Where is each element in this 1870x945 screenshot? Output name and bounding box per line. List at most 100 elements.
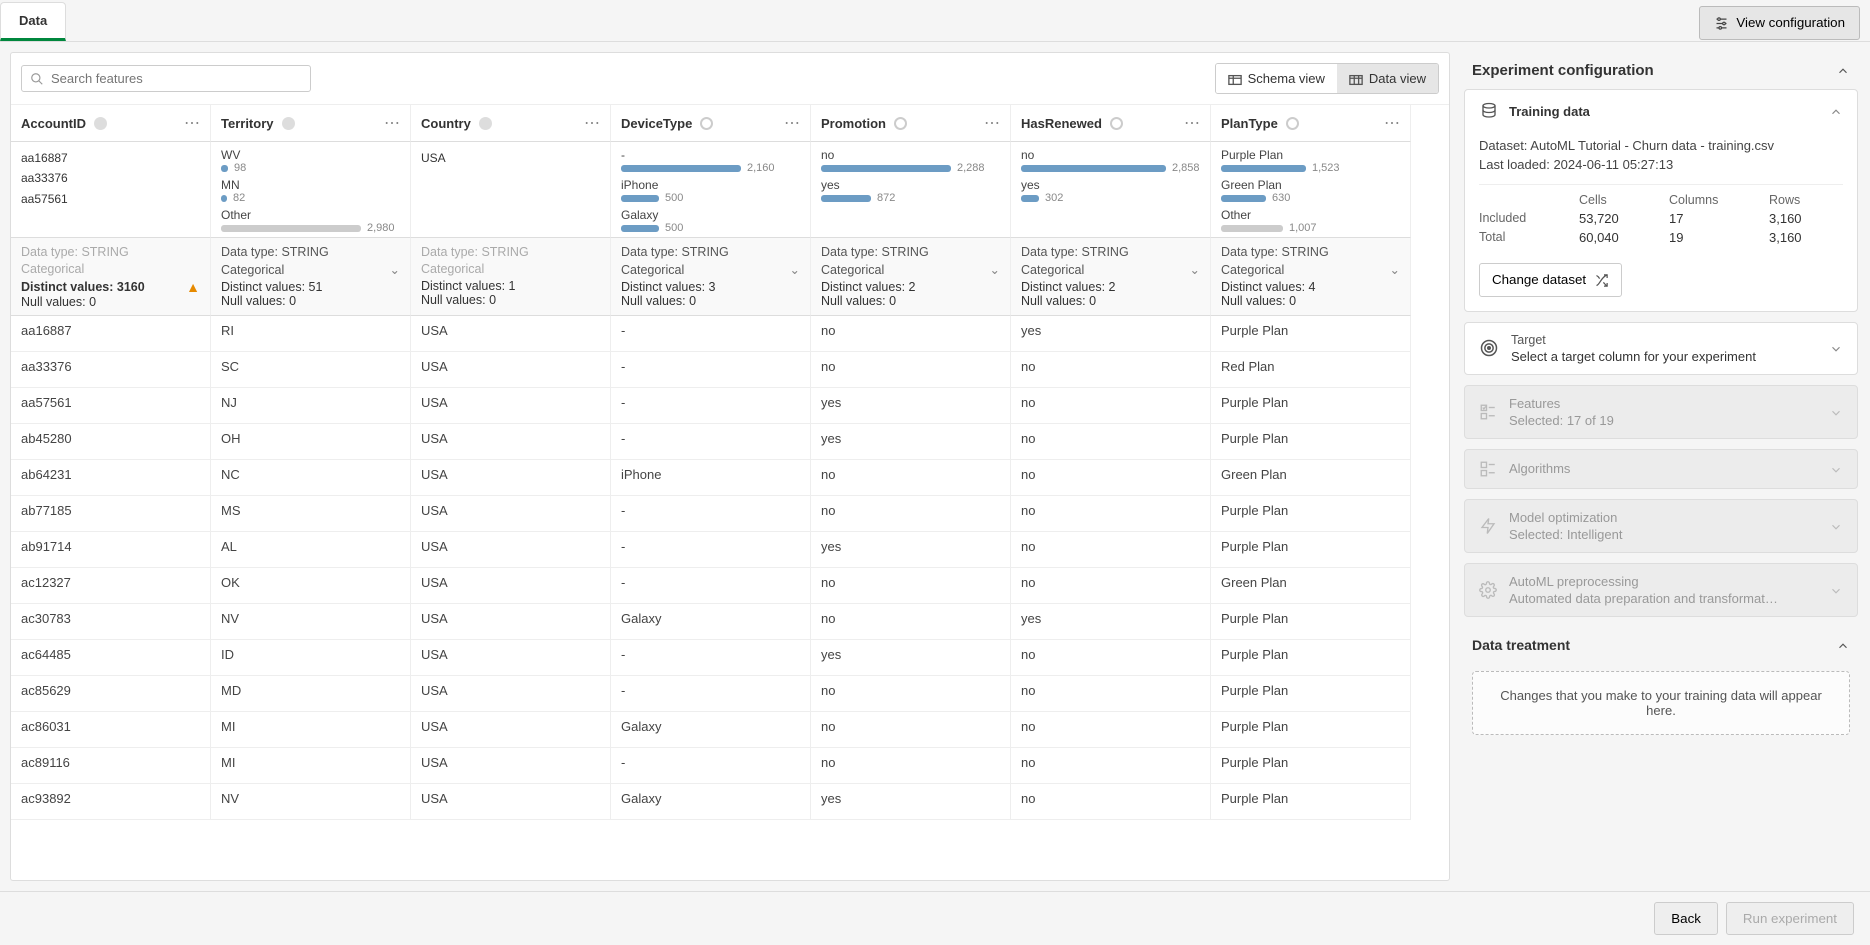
- data-cell: Purple Plan: [1211, 388, 1411, 424]
- model-optimization-panel[interactable]: Model optimization Selected: Intelligent: [1465, 500, 1857, 552]
- data-view-button[interactable]: Data view: [1337, 64, 1438, 93]
- null-values: Null values: 0: [821, 294, 1000, 308]
- data-cell: MI: [211, 712, 411, 748]
- data-cell: yes: [811, 640, 1011, 676]
- view-configuration-label: View configuration: [1736, 15, 1845, 30]
- data-cell: no: [811, 604, 1011, 640]
- chevron-down-icon[interactable]: ⌄: [390, 262, 400, 277]
- chevron-down-icon[interactable]: ⌄: [1390, 262, 1400, 277]
- change-dataset-label: Change dataset: [1492, 272, 1586, 287]
- data-cell: Galaxy: [611, 604, 811, 640]
- chevron-up-icon[interactable]: [1836, 62, 1850, 79]
- data-cell: iPhone: [611, 460, 811, 496]
- more-icon[interactable]: ⋯: [384, 113, 400, 133]
- status-indicator-icon: [479, 117, 492, 130]
- data-cell: Green Plan: [1211, 460, 1411, 496]
- null-values: Null values: 0: [1221, 294, 1400, 308]
- target-panel[interactable]: Target Select a target column for your e…: [1465, 323, 1857, 374]
- algorithms-title: Algorithms: [1509, 461, 1817, 476]
- data-cell: ab45280: [11, 424, 211, 460]
- features-panel[interactable]: Features Selected: 17 of 19: [1465, 386, 1857, 438]
- data-cell: ID: [211, 640, 411, 676]
- more-icon[interactable]: ⋯: [1384, 113, 1400, 133]
- chevron-up-icon[interactable]: [1836, 637, 1850, 653]
- algorithms-panel[interactable]: Algorithms: [1465, 450, 1857, 488]
- data-cell: -: [611, 568, 811, 604]
- search-input[interactable]: [51, 71, 302, 86]
- training-data-panel-header[interactable]: Training data: [1465, 90, 1857, 132]
- chevron-down-icon[interactable]: ⌄: [990, 262, 1000, 277]
- feature-type-label[interactable]: Categorical: [621, 263, 684, 277]
- automl-preprocessing-panel[interactable]: AutoML preprocessing Automated data prep…: [1465, 564, 1857, 616]
- column-meta: Data type: STRING Categorical⌄ Distinct …: [811, 238, 1011, 316]
- search-field[interactable]: [21, 65, 311, 93]
- chevron-down-icon[interactable]: ⌄: [1190, 262, 1200, 277]
- status-indicator-icon: [1110, 117, 1123, 130]
- data-cell: no: [1011, 532, 1211, 568]
- column-header[interactable]: Territory⋯: [211, 105, 411, 142]
- distribution-cell: Purple Plan 1,523 Green Plan 630 Other 1…: [1211, 142, 1411, 238]
- data-cell: Green Plan: [1211, 568, 1411, 604]
- column-header[interactable]: AccountID⋯: [11, 105, 211, 142]
- column-header[interactable]: Country⋯: [411, 105, 611, 142]
- column-header[interactable]: DeviceType⋯: [611, 105, 811, 142]
- data-cell: USA: [411, 640, 611, 676]
- back-button[interactable]: Back: [1654, 902, 1718, 935]
- column-header[interactable]: PlanType⋯: [1211, 105, 1411, 142]
- column-meta: Data type: STRING Categorical Distinct v…: [11, 238, 211, 316]
- column-header[interactable]: Promotion⋯: [811, 105, 1011, 142]
- more-icon[interactable]: ⋯: [584, 113, 600, 133]
- run-experiment-button[interactable]: Run experiment: [1726, 902, 1854, 935]
- feature-type-label[interactable]: Categorical: [821, 263, 884, 277]
- sliders-icon: [1714, 15, 1729, 31]
- column-meta: Data type: STRING Categorical⌄ Distinct …: [1011, 238, 1211, 316]
- more-icon[interactable]: ⋯: [984, 113, 1000, 133]
- data-cell: -: [611, 388, 811, 424]
- stats-included-label: Included: [1479, 211, 1569, 226]
- feature-type-label[interactable]: Categorical: [221, 263, 284, 277]
- data-cell: no: [1011, 568, 1211, 604]
- data-cell: no: [1011, 352, 1211, 388]
- data-cell: ab77185: [11, 496, 211, 532]
- data-type-label: Data type: STRING: [821, 245, 1000, 259]
- distinct-values: Distinct values: 2: [1021, 280, 1115, 294]
- data-cell: yes: [811, 784, 1011, 820]
- stats-rows-header: Rows: [1769, 193, 1839, 207]
- feature-type-label[interactable]: Categorical: [1021, 263, 1084, 277]
- data-cell: Galaxy: [611, 712, 811, 748]
- more-icon[interactable]: ⋯: [1184, 113, 1200, 133]
- change-dataset-button[interactable]: Change dataset: [1479, 263, 1622, 297]
- data-cell: no: [1011, 676, 1211, 712]
- more-icon[interactable]: ⋯: [184, 113, 200, 133]
- stats-columns-header: Columns: [1669, 193, 1759, 207]
- grid-icon: [1349, 71, 1363, 86]
- data-cell: MS: [211, 496, 411, 532]
- bolt-icon: [1479, 517, 1497, 535]
- data-type-label: Data type: STRING: [21, 245, 200, 259]
- view-configuration-button[interactable]: View configuration: [1699, 6, 1860, 40]
- data-cell: aa57561: [11, 388, 211, 424]
- data-treatment-message: Changes that you make to your training d…: [1472, 671, 1850, 735]
- data-cell: -: [611, 496, 811, 532]
- data-treatment-title: Data treatment: [1472, 637, 1570, 653]
- data-cell: NJ: [211, 388, 411, 424]
- distribution-cell: WV 98 MN 82 Other 2,980: [211, 142, 411, 238]
- model-opt-subtitle: Selected: Intelligent: [1509, 527, 1817, 542]
- null-values: Null values: 0: [421, 293, 600, 307]
- column-meta: Data type: STRING Categorical⌄ Distinct …: [611, 238, 811, 316]
- data-cell: USA: [411, 748, 611, 784]
- feature-type-label[interactable]: Categorical: [1221, 263, 1284, 277]
- data-cell: no: [811, 748, 1011, 784]
- search-icon: [30, 71, 44, 87]
- column-header[interactable]: HasRenewed⋯: [1011, 105, 1211, 142]
- chevron-down-icon: [1829, 582, 1843, 598]
- data-cell: no: [1011, 460, 1211, 496]
- more-icon[interactable]: ⋯: [784, 113, 800, 133]
- data-cell: no: [811, 676, 1011, 712]
- data-cell: Purple Plan: [1211, 676, 1411, 712]
- status-indicator-icon: [700, 117, 713, 130]
- chevron-down-icon[interactable]: ⌄: [790, 262, 800, 277]
- tab-data[interactable]: Data: [0, 2, 66, 41]
- data-cell: USA: [411, 352, 611, 388]
- schema-view-button[interactable]: Schema view: [1216, 64, 1337, 93]
